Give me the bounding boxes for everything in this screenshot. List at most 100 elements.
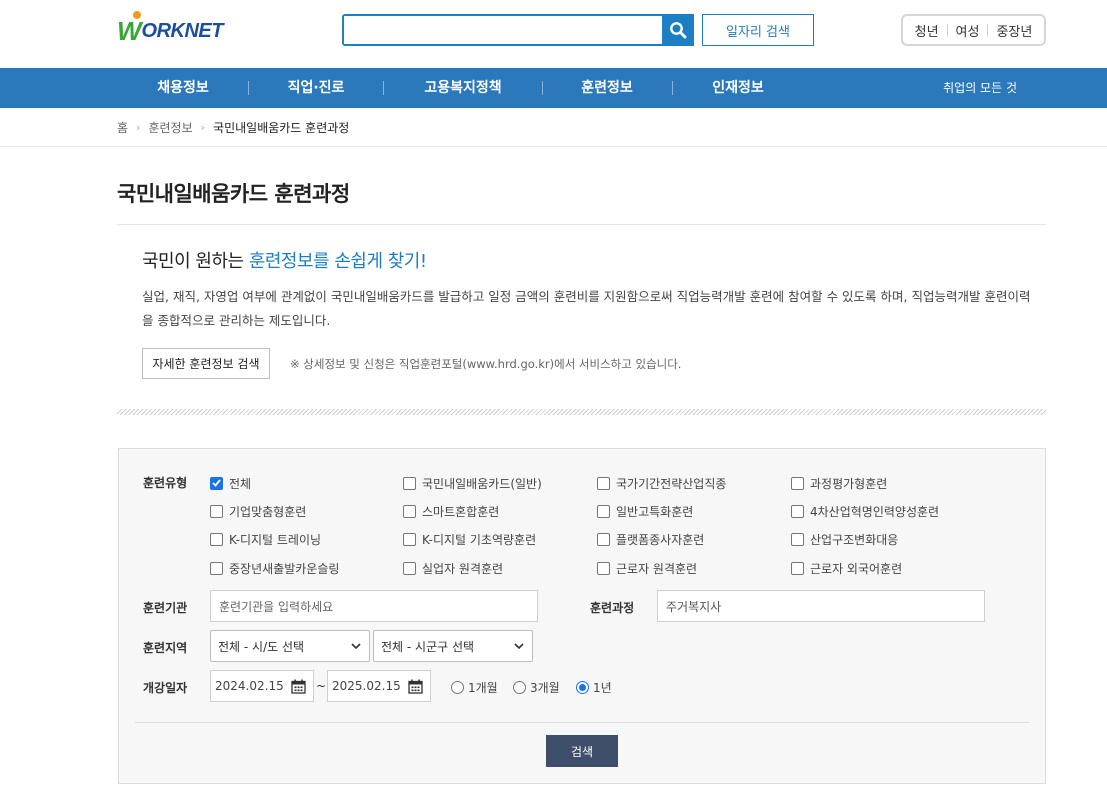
training-type-checkbox[interactable]: 중장년새출발카운슬링 <box>210 560 339 576</box>
org-input[interactable]: 훈련기관을 입력하세요 <box>210 590 538 622</box>
search-submit-button[interactable]: 검색 <box>546 735 618 767</box>
nav-all-menu[interactable]: 취업의 모든 것 <box>943 68 1017 108</box>
org-label: 훈련기관 <box>143 601 188 615</box>
checkbox-icon <box>597 532 610 546</box>
checkbox-checked-icon <box>210 476 223 490</box>
checkbox-icon <box>791 504 804 518</box>
nav-divider <box>383 81 384 95</box>
detail-search-button[interactable]: 자세한 훈련정보 검색 <box>142 348 270 379</box>
region-sido-select[interactable]: 전체 - 시/도 선택 <box>210 630 370 662</box>
search-icon <box>670 22 687 39</box>
training-type-checkbox[interactable]: 근로자 외국어훈련 <box>791 560 902 576</box>
training-type-checkbox[interactable]: 4차산업혁명인력양성훈련 <box>791 503 939 519</box>
region-sigungu-value: 전체 - 시군구 선택 <box>381 639 475 654</box>
training-type-checkbox[interactable]: 실업자 원격훈련 <box>403 560 503 576</box>
date-from-input[interactable]: 2024.02.15 <box>210 670 314 702</box>
search-input[interactable] <box>344 16 662 44</box>
checkbox-icon <box>403 504 416 518</box>
region-sigungu-select[interactable]: 전체 - 시군구 선택 <box>373 630 533 662</box>
nav-item-jobs[interactable]: 채용정보 <box>140 68 226 108</box>
intro-heading-prefix: 국민이 원하는 <box>142 251 249 272</box>
training-type-label-text: 과정평가형훈련 <box>810 476 888 491</box>
training-type-checkbox[interactable]: 기업맞춤형훈련 <box>210 503 306 519</box>
nav-item-career[interactable]: 직업·진로 <box>272 68 360 108</box>
nav-divider <box>248 81 249 95</box>
logo-dot <box>133 10 141 19</box>
training-type-checkbox[interactable]: 국가기간전략산업직종 <box>597 475 726 491</box>
nav-divider <box>672 81 673 95</box>
logo-letter-w: W <box>117 15 142 46</box>
portal-notice: ※ 상세정보 및 신청은 직업훈련포털(www.hrd.go.kr)에서 서비스… <box>290 357 682 371</box>
checkbox-icon <box>597 561 610 575</box>
breadcrumb-current: 국민내일배움카드 훈련과정 <box>213 120 350 135</box>
training-type-checkbox[interactable]: 스마트혼합훈련 <box>403 503 499 519</box>
period-3month-radio[interactable]: 3개월 <box>513 679 560 696</box>
period-1month-radio[interactable]: 1개월 <box>451 679 498 696</box>
region-label: 훈련지역 <box>143 641 188 655</box>
training-type-label-text: 국가기간전략산업직종 <box>616 476 727 491</box>
training-type-label-text: 국민내일배움카드(일반) <box>422 476 542 491</box>
training-type-checkbox[interactable]: 과정평가형훈련 <box>791 475 887 491</box>
training-type-checkbox[interactable]: 일반고특화훈련 <box>597 503 693 519</box>
course-label: 훈련과정 <box>590 601 635 615</box>
training-type-checkbox[interactable]: 플랫폼종사자훈련 <box>597 531 704 547</box>
calendar-icon[interactable] <box>291 679 306 694</box>
training-type-label-text: 4차산업혁명인력양성훈련 <box>810 504 940 519</box>
training-type-label-text: 스마트혼합훈련 <box>422 504 500 519</box>
nav-item-welfare[interactable]: 고용복지정책 <box>405 68 521 108</box>
period-1year-radio[interactable]: 1년 <box>576 679 612 696</box>
date-to-input[interactable]: 2025.02.15 <box>327 670 431 702</box>
training-type-label-text: K-디지털 트레이닝 <box>229 532 322 547</box>
nav-item-training[interactable]: 훈련정보 <box>566 68 648 108</box>
checkbox-icon <box>403 532 416 546</box>
training-type-label-text: 일반고특화훈련 <box>616 504 694 519</box>
radio-circle <box>451 681 464 694</box>
worknet-logo[interactable]: W ORKNET <box>117 10 224 46</box>
intro-heading-highlight: 훈련정보를 손쉽게 찾기! <box>248 251 427 272</box>
target-tabs: 청년 여성 중장년 <box>901 14 1046 46</box>
date-to-value: 2025.02.15 <box>332 679 401 693</box>
nav-item-talent[interactable]: 인재정보 <box>696 68 780 108</box>
nav-divider <box>542 81 543 95</box>
calendar-icon[interactable] <box>408 679 423 694</box>
job-search-button[interactable]: 일자리 검색 <box>702 14 814 46</box>
chevron-down-icon <box>351 643 361 650</box>
main-nav: 채용정보 직업·진로 고용복지정책 훈련정보 인재정보 취업의 모든 것 <box>0 68 1107 108</box>
training-type-label-text: 근로자 원격훈련 <box>616 561 698 576</box>
training-type-checkbox[interactable]: K-디지털 트레이닝 <box>210 531 321 547</box>
tab-youth[interactable]: 청년 <box>915 21 939 40</box>
checkbox-icon <box>791 561 804 575</box>
training-type-label-text: K-디지털 기초역량훈련 <box>422 532 537 547</box>
breadcrumb-home[interactable]: 홈 <box>117 119 128 136</box>
checkbox-icon <box>210 561 223 575</box>
radio-label: 1개월 <box>468 681 498 695</box>
intro-heading: 국민이 원하는 훈련정보를 손쉽게 찾기! <box>142 247 427 273</box>
radio-circle <box>576 681 589 694</box>
chevron-right-icon: › <box>136 120 141 134</box>
date-separator: ~ <box>316 679 327 693</box>
training-type-checkbox[interactable]: 국민내일배움카드(일반) <box>403 475 542 491</box>
course-input[interactable]: 주거복지사 <box>657 590 985 622</box>
tab-middle-aged[interactable]: 중장년 <box>996 21 1032 40</box>
search-box <box>342 14 694 46</box>
checkbox-icon <box>403 561 416 575</box>
hatched-divider <box>117 409 1046 415</box>
logo-text: ORKNET <box>141 19 224 42</box>
breadcrumb: 홈 › 훈련정보 › 국민내일배움카드 훈련과정 <box>0 108 1107 147</box>
search-button[interactable] <box>662 14 694 46</box>
breadcrumb-training[interactable]: 훈련정보 <box>148 119 192 136</box>
training-type-checkbox[interactable]: K-디지털 기초역량훈련 <box>403 531 536 547</box>
header: W ORKNET 일자리 검색 청년 여성 중장년 <box>0 0 1107 68</box>
checkbox-icon <box>210 532 223 546</box>
start-date-label: 개강일자 <box>143 681 188 695</box>
training-type-checkbox[interactable]: 산업구조변화대응 <box>791 531 898 547</box>
training-type-label-text: 실업자 원격훈련 <box>422 561 504 576</box>
tab-women[interactable]: 여성 <box>956 21 980 40</box>
training-type-label-text: 전체 <box>229 476 252 491</box>
radio-circle <box>513 681 526 694</box>
chevron-down-icon <box>514 643 524 650</box>
radio-label: 3개월 <box>530 681 560 695</box>
training-type-checkbox[interactable]: 전체 <box>210 475 251 491</box>
training-type-label-text: 산업구조변화대응 <box>810 532 899 547</box>
training-type-checkbox[interactable]: 근로자 원격훈련 <box>597 560 697 576</box>
